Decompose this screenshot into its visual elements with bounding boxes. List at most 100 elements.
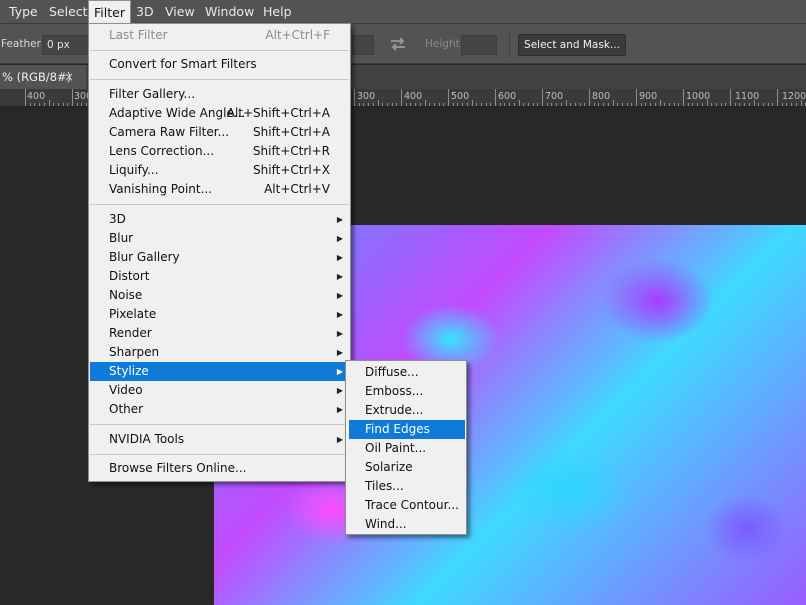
submenu-item-oil-paint[interactable]: Oil Paint... — [349, 439, 465, 458]
ruler-tick — [607, 103, 609, 106]
ruler-tick — [791, 103, 793, 106]
triangle-right-icon: ▶ — [336, 386, 343, 395]
menu-item-camera-raw[interactable]: Camera Raw Filter... Shift+Ctrl+A — [90, 123, 349, 142]
menu-filter[interactable]: Filter — [88, 0, 131, 25]
ruler-tick — [537, 103, 539, 106]
height-label: Height: — [425, 38, 464, 50]
submenu-item-solarize[interactable]: Solarize — [349, 458, 465, 477]
ruler-tick — [753, 100, 755, 106]
close-icon[interactable]: × — [64, 65, 74, 89]
menu-item-other[interactable]: Other ▶ — [90, 400, 349, 419]
ruler-tick — [480, 103, 482, 106]
ruler-tick — [664, 103, 666, 106]
ruler-tick — [86, 103, 88, 106]
ruler-tick — [368, 103, 370, 106]
ruler-tick — [556, 103, 558, 106]
ruler-tick — [777, 89, 778, 106]
ruler-tick — [53, 103, 55, 106]
document-tab[interactable]: % (RGB/8#) × — [0, 65, 86, 89]
ruler-tick — [781, 103, 783, 106]
ruler-tick — [485, 103, 487, 106]
menu-item-browse-filters-online[interactable]: Browse Filters Online... — [90, 459, 349, 478]
options-divider — [509, 30, 510, 58]
ruler-tick — [748, 103, 750, 106]
select-and-mask-button[interactable]: Select and Mask... — [518, 34, 626, 56]
menu-item-liquify[interactable]: Liquify... Shift+Ctrl+X — [90, 161, 349, 180]
menu-item-sharpen[interactable]: Sharpen ▶ — [90, 343, 349, 362]
ruler-tick — [659, 100, 661, 106]
menu-item-stylize[interactable]: Stylize ▶ — [90, 362, 349, 381]
menu-item-video[interactable]: Video ▶ — [90, 381, 349, 400]
menu-window[interactable]: Window — [200, 0, 259, 24]
ruler-tick — [419, 103, 421, 106]
filter-dropdown-menu: Last Filter Alt+Ctrl+F Convert for Smart … — [88, 23, 351, 482]
swap-arrows-icon[interactable] — [388, 34, 408, 54]
menu-help[interactable]: Help — [258, 0, 297, 24]
ruler-tick — [72, 89, 73, 106]
submenu-item-find-edges[interactable]: Find Edges — [349, 420, 465, 439]
menu-item-pixelate[interactable]: Pixelate ▶ — [90, 305, 349, 324]
ruler-tick — [527, 103, 529, 106]
ruler-tick — [617, 103, 619, 106]
menu-item-vanishing-point[interactable]: Vanishing Point... Alt+Ctrl+V — [90, 180, 349, 199]
ruler-tick — [725, 103, 727, 106]
ruler-tick — [565, 100, 567, 106]
ruler-tick — [62, 103, 64, 106]
ruler-tick — [462, 103, 464, 106]
ruler-tick — [598, 103, 600, 106]
menu-view[interactable]: View — [160, 0, 200, 24]
menu-item-noise[interactable]: Noise ▶ — [90, 286, 349, 305]
ruler-label: 300 — [357, 91, 376, 102]
menu-3d[interactable]: 3D — [131, 0, 159, 24]
height-input[interactable] — [461, 35, 497, 55]
ruler-tick — [744, 103, 746, 106]
submenu-item-tiles[interactable]: Tiles... — [349, 477, 465, 496]
ruler-tick — [645, 103, 647, 106]
menu-item-blur[interactable]: Blur ▶ — [90, 229, 349, 248]
menu-item-nvidia-tools[interactable]: NVIDIA Tools ▶ — [90, 430, 349, 449]
triangle-right-icon: ▶ — [336, 253, 343, 262]
submenu-item-wind[interactable]: Wind... — [349, 515, 465, 534]
ruler-tick — [612, 100, 614, 106]
menu-item-render[interactable]: Render ▶ — [90, 324, 349, 343]
ruler-tick — [354, 89, 355, 106]
ruler-label: 900 — [639, 91, 658, 102]
menu-item-3d[interactable]: 3D ▶ — [90, 210, 349, 229]
ruler-tick — [391, 103, 393, 106]
menu-item-filter-gallery[interactable]: Filter Gallery... — [90, 85, 349, 104]
ruler-label: 1200 — [782, 91, 806, 102]
ruler-tick — [570, 103, 572, 106]
triangle-right-icon: ▶ — [336, 329, 343, 338]
ruler-tick — [81, 103, 83, 106]
ruler-tick — [48, 100, 50, 106]
ruler-tick — [739, 103, 741, 106]
ruler-label: 400 — [27, 91, 46, 102]
ruler-tick — [546, 103, 548, 106]
ruler-tick — [730, 89, 731, 106]
ruler-tick — [589, 89, 590, 106]
feather-input[interactable] — [42, 35, 92, 55]
ruler-tick — [448, 89, 449, 106]
ruler-tick — [504, 103, 506, 106]
ruler-tick — [692, 103, 694, 106]
triangle-right-icon: ▶ — [336, 215, 343, 224]
ruler-tick — [654, 103, 656, 106]
submenu-item-trace-contour[interactable]: Trace Contour... — [349, 496, 465, 515]
menu-item-convert-smart-filters[interactable]: Convert for Smart Filters — [90, 55, 349, 74]
submenu-item-diffuse[interactable]: Diffuse... — [349, 363, 465, 382]
menu-select[interactable]: Select — [44, 0, 93, 24]
ruler-tick — [518, 100, 520, 106]
ruler-tick — [443, 103, 445, 106]
feather-label: Feather: — [1, 38, 45, 50]
ruler-tick — [621, 103, 623, 106]
submenu-item-emboss[interactable]: Emboss... — [349, 382, 465, 401]
ruler-tick — [438, 103, 440, 106]
menu-item-blur-gallery[interactable]: Blur Gallery ▶ — [90, 248, 349, 267]
menu-item-adaptive-wide-angle[interactable]: Adaptive Wide Angle... Alt+Shift+Ctrl+A — [90, 104, 349, 123]
menu-item-distort[interactable]: Distort ▶ — [90, 267, 349, 286]
menu-type[interactable]: Type — [4, 0, 43, 24]
menu-item-lens-correction[interactable]: Lens Correction... Shift+Ctrl+R — [90, 142, 349, 161]
width-input[interactable] — [352, 35, 374, 55]
ruler-tick — [410, 103, 412, 106]
submenu-item-extrude[interactable]: Extrude... — [349, 401, 465, 420]
